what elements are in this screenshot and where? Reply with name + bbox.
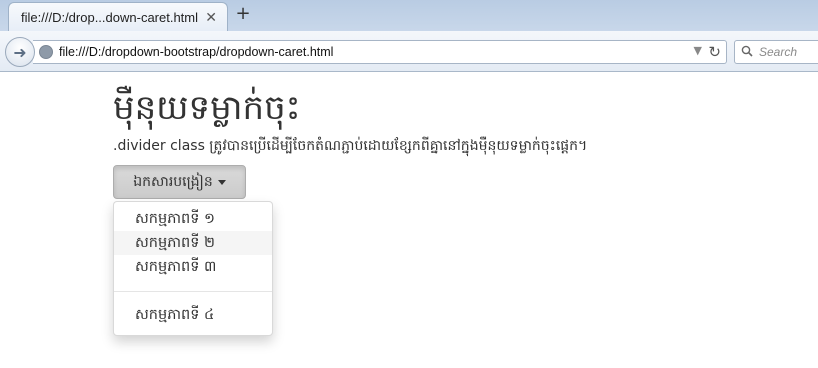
menu-item-action-3[interactable]: សកម្មភាពទី ៣ <box>114 255 272 279</box>
page-title: ម៉ឺនុយទម្លាក់ចុះ <box>113 88 301 128</box>
arrow-left-icon: ➜ <box>13 42 27 62</box>
search-icon <box>741 45 753 57</box>
dropdown-toggle-button[interactable]: ឯកសារបង្រៀន <box>113 165 246 199</box>
globe-icon <box>39 45 53 59</box>
tab-active[interactable]: file:///D:/drop...down-caret.html ✕ <box>8 2 228 31</box>
navigation-bar: file:///D:/dropdown-bootstrap/dropdown-c… <box>0 31 818 72</box>
close-tab-icon[interactable]: ✕ <box>205 9 217 25</box>
tab-title: file:///D:/drop...down-caret.html <box>21 9 199 25</box>
history-dropdown-icon[interactable]: ▼ <box>694 44 702 57</box>
menu-item-action-2[interactable]: សកម្មភាពទី ២ <box>114 231 272 255</box>
menu-item-action-4[interactable]: សកម្មភាពទី ៤ <box>114 303 272 327</box>
new-tab-button[interactable]: + <box>234 5 252 23</box>
url-text[interactable]: file:///D:/dropdown-bootstrap/dropdown-c… <box>59 45 333 59</box>
search-box[interactable]: Search <box>734 40 818 64</box>
browser-chrome: file:///D:/drop...down-caret.html ✕ + fi… <box>0 0 818 72</box>
tab-strip: file:///D:/drop...down-caret.html ✕ + <box>0 0 818 31</box>
menu-divider <box>114 291 272 292</box>
dropdown-label: ឯកសារបង្រៀន <box>133 173 213 190</box>
page-content: ម៉ឺនុយទម្លាក់ចុះ .divider class ត្រូវបាន… <box>0 72 818 368</box>
page-description: .divider class ត្រូវបានប្រើដើម្បីចែកតំណភ… <box>113 138 588 154</box>
search-placeholder: Search <box>759 45 798 59</box>
address-bar[interactable]: file:///D:/dropdown-bootstrap/dropdown-c… <box>33 40 727 64</box>
dropdown-menu: សកម្មភាពទី ១ សកម្មភាពទី ២ សកម្មភាពទី ៣ ស… <box>113 201 273 336</box>
reload-icon[interactable]: ↻ <box>708 43 721 61</box>
back-button[interactable]: ➜ <box>5 37 35 67</box>
caret-down-icon <box>217 179 226 185</box>
menu-item-action-1[interactable]: សកម្មភាពទី ១ <box>114 207 272 231</box>
